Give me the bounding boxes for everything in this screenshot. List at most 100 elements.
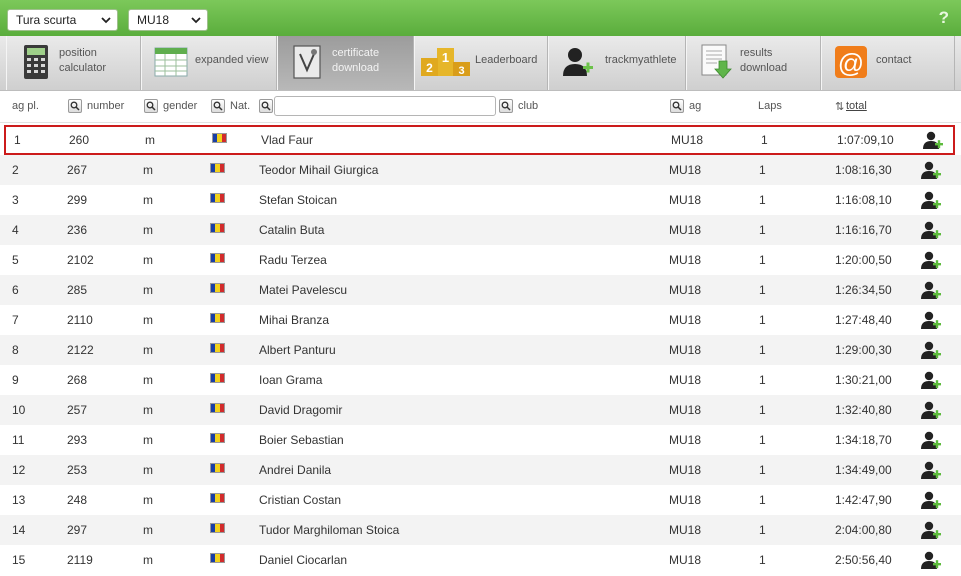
- romania-flag-icon: [210, 433, 225, 443]
- row-name[interactable]: Matei Pavelescu: [259, 283, 347, 297]
- track-athlete-icon[interactable]: [922, 130, 944, 150]
- toolbar-label-line1: expanded view: [195, 54, 269, 66]
- row-place: 15: [12, 553, 26, 567]
- row-age-group: MU18: [669, 253, 702, 267]
- row-place: 10: [12, 403, 26, 417]
- row-name[interactable]: Teodor Mihail Giurgica: [259, 163, 378, 177]
- track-athlete-icon[interactable]: [920, 550, 942, 570]
- track-athlete-icon[interactable]: [920, 370, 942, 390]
- name-search-input[interactable]: [274, 96, 496, 116]
- track-athlete-icon[interactable]: [920, 430, 942, 450]
- table-row[interactable]: 13 248 m Cristian Costan MU18 1 1:42:47,90: [0, 485, 961, 515]
- track-athlete-icon[interactable]: [920, 280, 942, 300]
- row-total-time: 1:26:34,50: [835, 283, 892, 297]
- row-total-time: 1:42:47,90: [835, 493, 892, 507]
- row-name[interactable]: Cristian Costan: [259, 493, 341, 507]
- table-row[interactable]: 1 260 m Vlad Faur MU18 1 1:07:09,10: [4, 125, 955, 155]
- row-name[interactable]: Daniel Ciocarlan: [259, 553, 347, 567]
- table-row[interactable]: 5 2102 m Radu Terzea MU18 1 1:20:00,50: [0, 245, 961, 275]
- romania-flag-icon: [210, 493, 225, 503]
- toolbar-label-line1: contact: [876, 54, 912, 66]
- table-row[interactable]: 4 236 m Catalin Buta MU18 1 1:16:16,70: [0, 215, 961, 245]
- toolbar: position calculator expanded view certif…: [0, 36, 961, 91]
- flag-stripe: [219, 554, 224, 562]
- row-number: 293: [67, 433, 88, 447]
- track-athlete-icon[interactable]: [920, 190, 942, 210]
- table-row[interactable]: 8 2122 m Albert Panturu MU18 1 1:29:00,30: [0, 335, 961, 365]
- track-athlete-icon[interactable]: [920, 400, 942, 420]
- position-calculator-button[interactable]: position calculator: [6, 36, 141, 90]
- row-name[interactable]: Boier Sebastian: [259, 433, 344, 447]
- table-row[interactable]: 15 2119 m Daniel Ciocarlan MU18 1 2:50:56,40: [0, 545, 961, 575]
- row-name[interactable]: Vlad Faur: [261, 133, 313, 147]
- podium-second: 2: [426, 61, 433, 75]
- row-name[interactable]: Albert Panturu: [259, 343, 336, 357]
- certificate-download-button[interactable]: certificate download: [277, 36, 414, 90]
- row-gender: m: [143, 553, 153, 567]
- trackmyathlete-button[interactable]: trackmyathlete: [548, 36, 686, 90]
- table-row[interactable]: 3 299 m Stefan Stoican MU18 1 1:16:08,10: [0, 185, 961, 215]
- row-place: 3: [12, 193, 19, 207]
- row-number: 285: [67, 283, 88, 297]
- column-header-nat: Nat.: [230, 100, 251, 112]
- contact-button[interactable]: @ contact: [821, 36, 955, 90]
- track-athlete-icon[interactable]: [920, 490, 942, 510]
- row-gender: m: [143, 433, 153, 447]
- row-name[interactable]: Ioan Grama: [259, 373, 322, 387]
- table-row[interactable]: 2 267 m Teodor Mihail Giurgica MU18 1 1:08:16,…: [0, 155, 961, 185]
- search-icon[interactable]: [670, 99, 684, 113]
- flag-stripe: [219, 374, 224, 382]
- row-total-time: 2:04:00,80: [835, 523, 892, 537]
- row-name[interactable]: Tudor Marghiloman Stoica: [259, 523, 399, 537]
- row-name[interactable]: Catalin Buta: [259, 223, 324, 237]
- table-row[interactable]: 12 253 m Andrei Danila MU18 1 1:34:49,00: [0, 455, 961, 485]
- table-row[interactable]: 10 257 m David Dragomir MU18 1 1:32:40,80: [0, 395, 961, 425]
- table-row[interactable]: 7 2110 m Mihai Branza MU18 1 1:27:48,40: [0, 305, 961, 335]
- row-laps: 1: [759, 523, 766, 537]
- table-row[interactable]: 11 293 m Boier Sebastian MU18 1 1:34:18,70: [0, 425, 961, 455]
- row-name[interactable]: Radu Terzea: [259, 253, 327, 267]
- leaderboard-button[interactable]: 1 2 3 Leaderboard: [414, 36, 548, 90]
- category-select[interactable]: MU18: [128, 9, 208, 31]
- help-icon[interactable]: ?: [939, 8, 949, 28]
- track-athlete-icon[interactable]: [920, 520, 942, 540]
- table-row[interactable]: 6 285 m Matei Pavelescu MU18 1 1:26:34,50: [0, 275, 961, 305]
- row-gender: m: [143, 313, 153, 327]
- track-athlete-icon[interactable]: [920, 460, 942, 480]
- row-age-group: MU18: [669, 193, 702, 207]
- track-athlete-icon[interactable]: [920, 310, 942, 330]
- search-icon[interactable]: [259, 99, 273, 113]
- row-number: 2122: [67, 343, 94, 357]
- table-row[interactable]: 9 268 m Ioan Grama MU18 1 1:30:21,00: [0, 365, 961, 395]
- track-athlete-icon[interactable]: [920, 340, 942, 360]
- row-age-group: MU18: [669, 553, 702, 567]
- sort-icon[interactable]: ⇅: [835, 100, 844, 113]
- search-icon[interactable]: [144, 99, 158, 113]
- track-athlete-icon[interactable]: [920, 220, 942, 240]
- row-place: 12: [12, 463, 26, 477]
- track-athlete-icon[interactable]: [920, 250, 942, 270]
- flag-stripe: [219, 194, 224, 202]
- row-total-time: 1:16:16,70: [835, 223, 892, 237]
- search-icon[interactable]: [211, 99, 225, 113]
- flag-stripe: [219, 524, 224, 532]
- flag-stripe: [219, 284, 224, 292]
- search-icon[interactable]: [499, 99, 513, 113]
- column-header-total[interactable]: total: [846, 100, 867, 112]
- track-athlete-icon[interactable]: [920, 160, 942, 180]
- row-name[interactable]: Andrei Danila: [259, 463, 331, 477]
- row-name[interactable]: Stefan Stoican: [259, 193, 337, 207]
- search-icon[interactable]: [68, 99, 82, 113]
- row-number: 253: [67, 463, 88, 477]
- table-row[interactable]: 14 297 m Tudor Marghiloman Stoica MU18 1 2:04:…: [0, 515, 961, 545]
- row-number: 2110: [67, 313, 93, 327]
- expanded-view-button[interactable]: expanded view: [141, 36, 277, 90]
- flag-stripe: [219, 254, 224, 262]
- romania-flag-icon: [210, 463, 225, 473]
- row-name[interactable]: Mihai Branza: [259, 313, 329, 327]
- race-select[interactable]: Tura scurta: [7, 9, 118, 31]
- row-place: 8: [12, 343, 19, 357]
- row-name[interactable]: David Dragomir: [259, 403, 342, 417]
- results-download-button[interactable]: results download: [686, 36, 821, 90]
- row-total-time: 1:29:00,30: [835, 343, 892, 357]
